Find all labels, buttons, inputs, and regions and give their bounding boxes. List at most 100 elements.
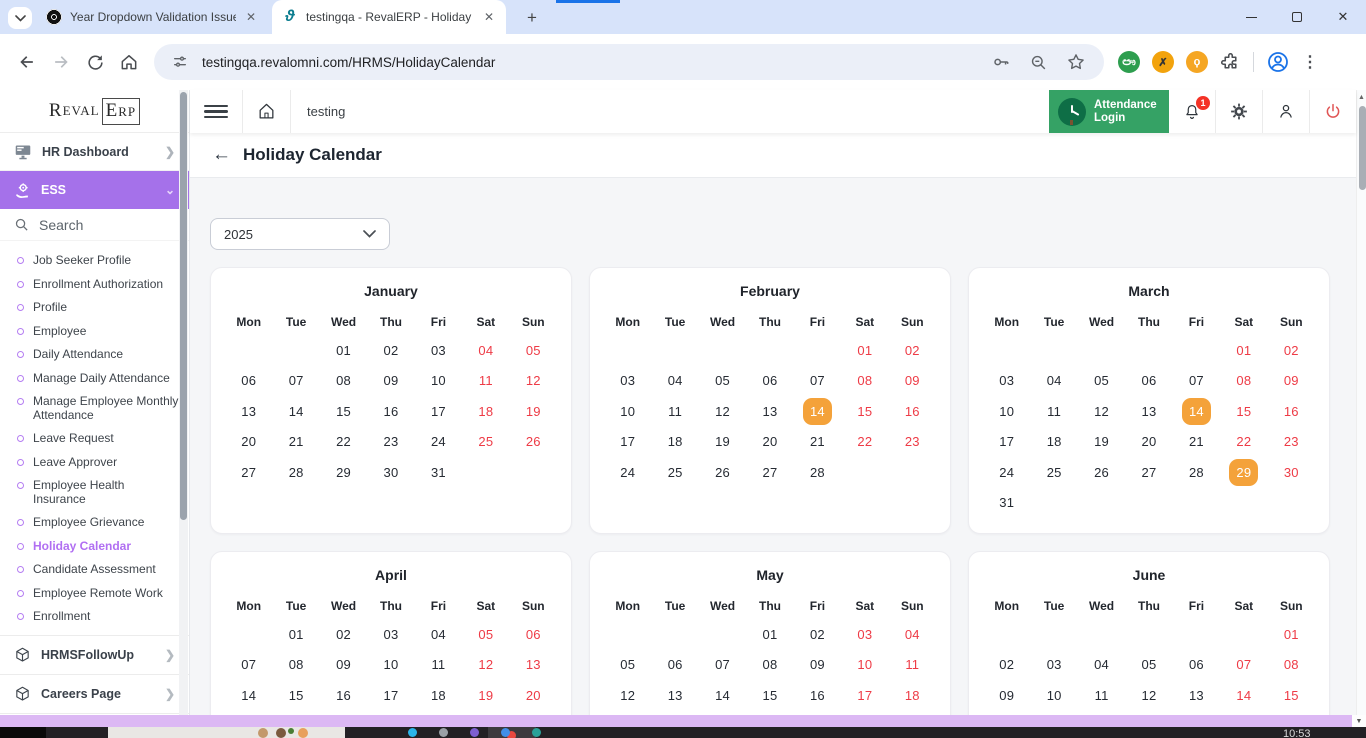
weekday-label: Mon — [604, 599, 651, 613]
app-header-bar: testing Attendance Login 1 — [190, 90, 1356, 133]
scroll-down-arrow[interactable]: ▼ — [1352, 715, 1366, 727]
profile-button[interactable] — [1263, 90, 1309, 133]
sidebar-item-leave-request[interactable]: Leave Request — [0, 427, 189, 451]
sidebar-item-employee-grievance[interactable]: Employee Grievance — [0, 511, 189, 535]
back-arrow-icon[interactable]: ← — [212, 144, 231, 166]
tab-close-icon[interactable]: ✕ — [482, 10, 496, 24]
extension-icon-orange[interactable]: ϙ — [1186, 51, 1208, 73]
empty-cell — [746, 335, 793, 366]
month-title: January — [225, 283, 557, 299]
weekday-label: Thu — [1125, 599, 1172, 613]
sidebar-toggle-button[interactable] — [190, 90, 242, 133]
address-bar[interactable]: testingqa.revalomni.com/HRMS/HolidayCale… — [154, 44, 1104, 80]
home-button[interactable] — [112, 45, 146, 79]
sidebar-item-enrollment[interactable]: Enrollment — [0, 605, 189, 629]
date-cell: 12 — [510, 366, 557, 397]
url-text[interactable]: testingqa.revalomni.com/HRMS/HolidayCale… — [202, 55, 977, 70]
taskbar-app-icon[interactable] — [439, 728, 448, 737]
browser-menu-kebab-icon[interactable]: ⋮ — [1302, 52, 1318, 72]
page-scrollbar-thumb[interactable] — [1359, 106, 1366, 190]
taskbar-app-icon[interactable] — [470, 728, 479, 737]
extension-icon-green[interactable]: ඐ — [1118, 51, 1140, 73]
tab-close-icon[interactable]: ✕ — [244, 10, 258, 24]
sidebar-item-careers-page[interactable]: Careers Page ❯ — [0, 674, 189, 713]
sidebar-item-hr-dashboard[interactable]: HR Dashboard ❯ — [0, 133, 189, 171]
attendance-login-button[interactable]: Attendance Login — [1049, 90, 1169, 133]
extension-icon-orange-x[interactable]: ✗ — [1152, 51, 1174, 73]
date-cell: 10 — [983, 396, 1030, 427]
weekday-label: Tue — [272, 599, 319, 613]
page-scrollbar[interactable]: ▲ — [1356, 90, 1366, 715]
minimize-button[interactable] — [1228, 0, 1274, 34]
date-cell: 03 — [415, 335, 462, 366]
back-button[interactable] — [10, 45, 44, 79]
sidebar-item-job-seeker-profile[interactable]: Job Seeker Profile — [0, 249, 189, 273]
tab-search-chevron-button[interactable] — [8, 7, 32, 29]
app-home-button[interactable] — [243, 90, 290, 133]
sidebar-item-enrollment-authorization[interactable]: Enrollment Authorization — [0, 273, 189, 297]
sidebar-item-hrmsfollowup[interactable]: HRMSFollowUp ❯ — [0, 635, 189, 674]
date-cell: 13 — [510, 650, 557, 681]
notifications-button[interactable]: 1 — [1169, 90, 1215, 133]
reload-button[interactable] — [78, 45, 112, 79]
date-cell: 02 — [320, 619, 367, 650]
logout-power-button[interactable] — [1310, 90, 1356, 133]
taskbar-app-icon[interactable] — [532, 728, 541, 737]
dates-grid: 0102030405060708091011121314151617181920… — [983, 335, 1315, 518]
maximize-button[interactable] — [1274, 0, 1320, 34]
extensions-puzzle-icon[interactable] — [1220, 52, 1241, 73]
month-title: May — [604, 567, 936, 583]
sidebar-item-manage-employee-monthly-attendance[interactable]: Manage Employee Monthly Attendance — [0, 390, 189, 427]
ess-gear-hand-icon — [14, 182, 31, 199]
bookmark-star-icon[interactable] — [1062, 52, 1090, 72]
date-cell: 13 — [225, 396, 272, 427]
scroll-up-arrow[interactable]: ▲ — [1357, 90, 1366, 101]
month-title: April — [225, 567, 557, 583]
profile-avatar-icon[interactable] — [1266, 50, 1290, 74]
date-cell: 06 — [1173, 650, 1220, 681]
sidebar-item-employee-remote-work[interactable]: Employee Remote Work — [0, 582, 189, 606]
date-cell: 21 — [272, 427, 319, 458]
weekday-label: Thu — [746, 599, 793, 613]
site-settings-icon[interactable] — [168, 54, 192, 70]
bullet-icon — [17, 590, 24, 597]
forward-button[interactable] — [44, 45, 78, 79]
sidebar-item-manage-daily-attendance[interactable]: Manage Daily Attendance — [0, 367, 189, 391]
sidebar-search[interactable] — [0, 209, 189, 241]
sidebar-item-daily-attendance[interactable]: Daily Attendance — [0, 343, 189, 367]
date-cell: 08 — [841, 366, 888, 397]
tab-revalerp-holiday[interactable]: ϑ testingqa - RevalERP - Holiday C ✕ — [272, 0, 506, 34]
sidebar-scrollbar-thumb[interactable] — [180, 92, 187, 520]
date-cell: 22 — [320, 427, 367, 458]
date-cell: 01 — [1268, 619, 1315, 650]
sidebar-scrollbar[interactable] — [179, 90, 188, 715]
month-card-june: JuneMonTueWedThuFriSatSun010203040506070… — [968, 551, 1330, 715]
tab-year-dropdown-issue[interactable]: Year Dropdown Validation Issue ✕ — [36, 0, 268, 34]
taskbar-start-area[interactable] — [0, 727, 46, 738]
password-key-icon[interactable] — [987, 52, 1015, 72]
year-dropdown[interactable]: 2025 — [210, 218, 390, 250]
date-cell: 20 — [225, 427, 272, 458]
weekday-label: Fri — [415, 315, 462, 329]
taskbar-app-icon[interactable] — [501, 728, 510, 737]
sidebar-item-employee[interactable]: Employee — [0, 320, 189, 344]
date-cell: 11 — [1030, 396, 1077, 427]
sidebar-item-holiday-calendar[interactable]: Holiday Calendar — [0, 535, 189, 559]
close-window-button[interactable]: ✕ — [1320, 0, 1366, 34]
date-cell: 02 — [367, 335, 414, 366]
zoom-out-icon[interactable] — [1025, 53, 1052, 72]
sidebar-item-candidate-assessment[interactable]: Candidate Assessment — [0, 558, 189, 582]
new-tab-button[interactable]: + — [520, 6, 544, 30]
cube-icon — [14, 685, 31, 703]
settings-button[interactable] — [1216, 90, 1262, 133]
sidebar-item-employee-health-insurance[interactable]: Employee Health Insurance — [0, 474, 189, 511]
search-input[interactable] — [39, 217, 159, 233]
sidebar-item-leave-approver[interactable]: Leave Approver — [0, 451, 189, 475]
taskbar-app-icon[interactable] — [408, 728, 417, 737]
sidebar-item-ess[interactable]: ESS ⌄ — [0, 171, 189, 209]
taskbar-preview[interactable] — [108, 727, 345, 738]
sidebar-item-label: Employee — [33, 325, 86, 339]
browser-tabstrip: Year Dropdown Validation Issue ✕ ϑ testi… — [0, 0, 1366, 34]
weekday-label: Thu — [367, 599, 414, 613]
sidebar-item-profile[interactable]: Profile — [0, 296, 189, 320]
